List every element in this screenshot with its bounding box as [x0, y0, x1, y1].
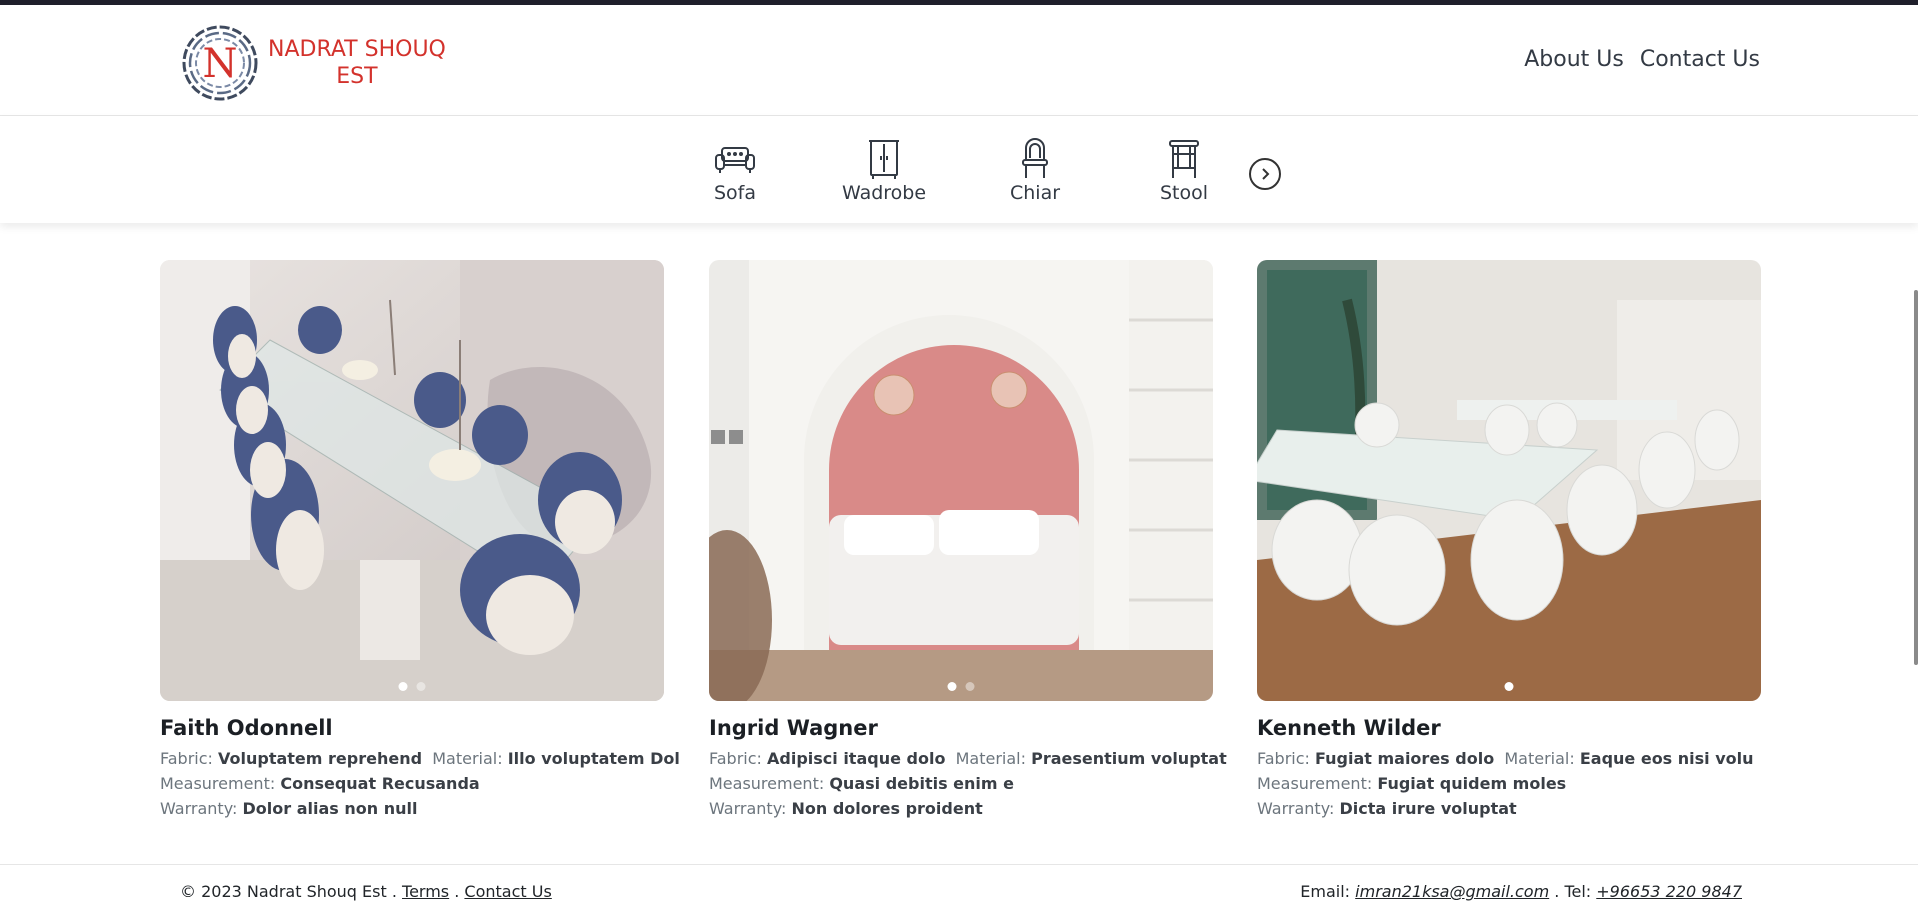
measurement-label: Measurement:: [160, 774, 276, 793]
footer-left: © 2023 Nadrat Shouq Est . Terms . Contac…: [180, 882, 552, 901]
spec-row-warranty: Warranty: Dolor alias non null: [160, 796, 664, 821]
chair-icon: [1011, 136, 1059, 182]
measurement-label: Measurement:: [709, 774, 825, 793]
sofa-niche-image: [709, 260, 1213, 701]
footer-right: Email: imran21ksa@gmail.com . Tel: +9665…: [1300, 882, 1742, 901]
email-link[interactable]: imran21ksa@gmail.com: [1355, 882, 1549, 901]
product-image-carousel[interactable]: [1257, 260, 1761, 701]
category-next-button[interactable]: [1249, 158, 1281, 190]
chevron-right-icon: [1262, 168, 1270, 180]
nav-about-link[interactable]: About Us: [1524, 47, 1624, 72]
spec-row-measurement: Measurement: Quasi debitis enim e: [709, 771, 1213, 796]
warranty-label: Warranty:: [709, 799, 787, 818]
category-sofa[interactable]: Sofa: [711, 136, 759, 204]
sofa-icon: [711, 136, 759, 182]
dining-room-image: [1257, 260, 1761, 701]
product-specs: Fabric: Adipisci itaque dolo Material: P…: [709, 746, 1227, 821]
fabric-label: Fabric:: [709, 749, 762, 768]
spec-row-measurement: Measurement: Fugiat quidem moles: [1257, 771, 1761, 796]
tel-link[interactable]: +96653 220 9847: [1596, 882, 1742, 901]
email-label: Email:: [1300, 882, 1351, 901]
category-label: Sofa: [713, 182, 757, 204]
product-card[interactable]: Kenneth Wilder Fabric: Fugiat maiores do…: [1257, 260, 1761, 821]
terms-link[interactable]: Terms: [402, 882, 449, 901]
measurement-label: Measurement:: [1257, 774, 1373, 793]
carousel-indicators: [1504, 682, 1514, 691]
category-label: Chiar: [1010, 182, 1061, 204]
carousel-indicators: [947, 682, 975, 691]
product-specs: Fabric: Voluptatem reprehend Material: I…: [160, 746, 680, 821]
page-scrollbar[interactable]: [1914, 290, 1918, 665]
measurement-value: Fugiat quidem moles: [1377, 774, 1567, 793]
carousel-dot[interactable]: [398, 682, 408, 691]
material-label: Material:: [955, 749, 1026, 768]
measurement-value: Consequat Recusanda: [280, 774, 480, 793]
material-value: Illo voluptatem Dol: [507, 749, 680, 768]
warranty-value: Dolor alias non null: [242, 799, 418, 818]
material-value: Praesentium voluptat: [1031, 749, 1227, 768]
category-bar: Sofa Wadrobe Chiar Stool: [0, 116, 1918, 223]
spec-row-fabric-material: Fabric: Fugiat maiores dolo Material: Ea…: [1257, 746, 1761, 771]
carousel-dot[interactable]: [416, 682, 426, 691]
wardrobe-icon: [860, 136, 908, 182]
product-image-carousel[interactable]: [709, 260, 1213, 701]
category-label: Stool: [1160, 182, 1209, 204]
carousel-indicators: [398, 682, 426, 691]
product-specs: Fabric: Fugiat maiores dolo Material: Ea…: [1257, 746, 1761, 821]
warranty-label: Warranty:: [160, 799, 238, 818]
nav-contact-link[interactable]: Contact Us: [1640, 47, 1760, 72]
category-stool[interactable]: Stool: [1160, 136, 1208, 204]
product-title: Ingrid Wagner: [709, 716, 878, 740]
carousel-dot[interactable]: [965, 682, 975, 691]
svg-text:N: N: [203, 41, 238, 87]
fabric-value: Fugiat maiores dolo: [1315, 749, 1495, 768]
spec-row-fabric-material: Fabric: Adipisci itaque dolo Material: P…: [709, 746, 1227, 771]
warranty-label: Warranty:: [1257, 799, 1335, 818]
product-title: Faith Odonnell: [160, 716, 333, 740]
material-label: Material:: [1504, 749, 1575, 768]
warranty-value: Dicta irure voluptat: [1339, 799, 1517, 818]
dining-set-image: [160, 260, 664, 701]
fabric-label: Fabric:: [1257, 749, 1310, 768]
warranty-value: Non dolores proident: [791, 799, 983, 818]
material-label: Material:: [432, 749, 503, 768]
brand-name-line1: NADRAT SHOUQ: [268, 37, 446, 62]
fabric-label: Fabric:: [160, 749, 213, 768]
category-wardrobe[interactable]: Wadrobe: [842, 136, 926, 204]
site-footer: © 2023 Nadrat Shouq Est . Terms . Contac…: [0, 864, 1918, 912]
logo-mark-icon: N: [182, 25, 258, 101]
measurement-value: Quasi debitis enim e: [829, 774, 1014, 793]
fabric-value: Voluptatem reprehend: [218, 749, 423, 768]
material-value: Eaque eos nisi volu: [1579, 749, 1754, 768]
product-image-carousel[interactable]: [160, 260, 664, 701]
footer-separator: .: [454, 882, 460, 901]
spec-row-warranty: Warranty: Dicta irure voluptat: [1257, 796, 1761, 821]
carousel-dot[interactable]: [947, 682, 957, 691]
category-chair[interactable]: Chiar: [1010, 136, 1060, 204]
spec-row-measurement: Measurement: Consequat Recusanda: [160, 771, 664, 796]
brand-name: NADRAT SHOUQ EST: [268, 36, 446, 90]
category-label: Wadrobe: [842, 182, 927, 204]
product-card[interactable]: Ingrid Wagner Fabric: Adipisci itaque do…: [709, 260, 1227, 821]
copyright-text: © 2023 Nadrat Shouq Est .: [180, 882, 397, 901]
main-nav: About Us Contact Us: [1524, 47, 1760, 72]
product-title: Kenneth Wilder: [1257, 716, 1441, 740]
spec-row-fabric-material: Fabric: Voluptatem reprehend Material: I…: [160, 746, 680, 771]
product-card[interactable]: Faith Odonnell Fabric: Voluptatem repreh…: [160, 260, 680, 821]
site-header: N NADRAT SHOUQ EST About Us Contact Us: [0, 5, 1918, 116]
brand-logo[interactable]: N NADRAT SHOUQ EST: [178, 21, 446, 105]
brand-name-line2: EST: [336, 64, 378, 89]
spec-row-warranty: Warranty: Non dolores proident: [709, 796, 1213, 821]
fabric-value: Adipisci itaque dolo: [767, 749, 946, 768]
carousel-dot[interactable]: [1504, 682, 1514, 691]
tel-label: . Tel:: [1554, 882, 1592, 901]
stool-icon: [1160, 136, 1208, 182]
footer-contact-link[interactable]: Contact Us: [464, 882, 551, 901]
